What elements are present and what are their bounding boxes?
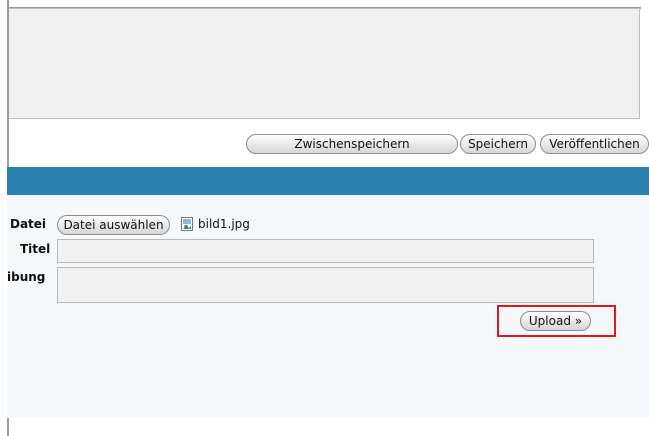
section-header-bar bbox=[7, 167, 649, 195]
save-button[interactable]: Speichern bbox=[460, 134, 536, 154]
image-file-icon bbox=[181, 217, 193, 231]
title-label: Titel bbox=[20, 242, 51, 256]
intermediate-save-button[interactable]: Zwischenspeichern bbox=[246, 134, 458, 154]
publish-button[interactable]: Veröffentlichen bbox=[540, 134, 649, 154]
choose-file-button[interactable]: Datei auswählen bbox=[57, 215, 170, 235]
title-input[interactable] bbox=[57, 239, 594, 263]
content-editor-area[interactable] bbox=[9, 8, 640, 119]
selected-file-name: bild1.jpg bbox=[198, 217, 250, 231]
description-textarea[interactable] bbox=[57, 267, 594, 303]
description-label: ibung bbox=[7, 270, 46, 284]
upload-highlight-box bbox=[497, 305, 616, 337]
file-label: Datei bbox=[10, 217, 47, 231]
